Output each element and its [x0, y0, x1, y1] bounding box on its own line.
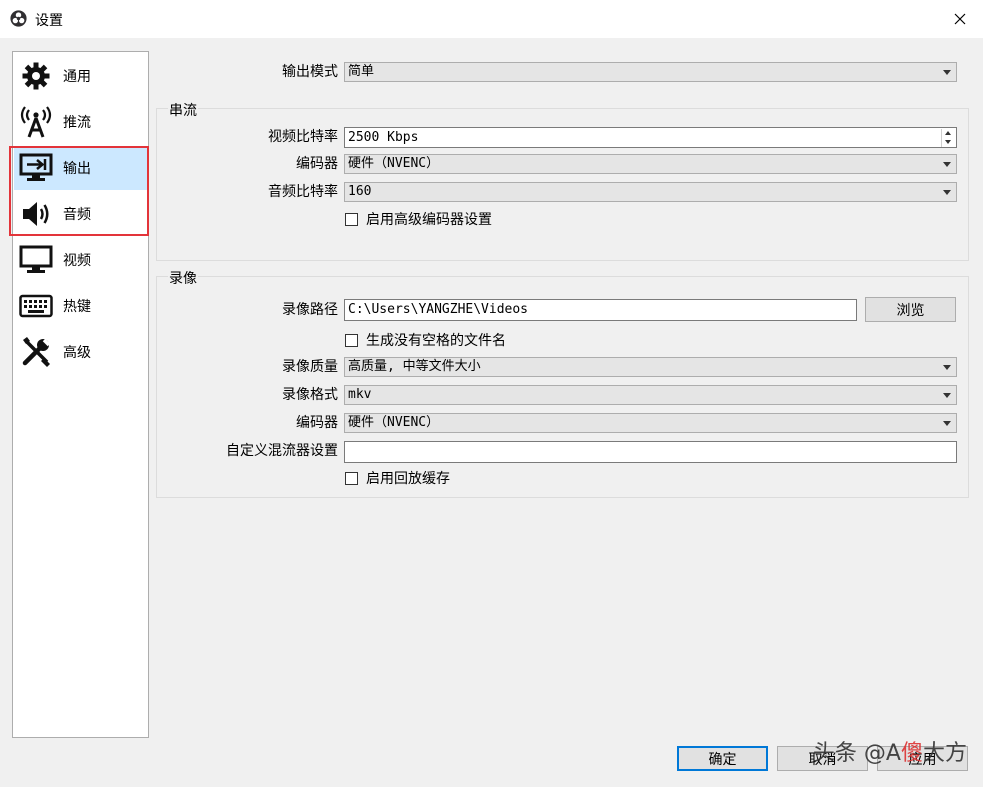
sidebar-item-general[interactable]: 通用: [14, 54, 147, 98]
sidebar-item-advanced[interactable]: 高级: [14, 330, 147, 374]
cancel-button[interactable]: 取消: [777, 746, 868, 771]
recording-quality-select[interactable]: 高质量, 中等文件大小: [344, 357, 957, 377]
advanced-encoder-checkbox[interactable]: [345, 212, 358, 226]
sidebar-item-label: 输出: [63, 161, 91, 177]
title-bar: 设置: [0, 0, 983, 38]
window-title: 设置: [35, 13, 63, 29]
sidebar-item-label: 音频: [63, 207, 91, 223]
stream-encoder-select[interactable]: 硬件（NVENC）: [344, 154, 957, 174]
stream-encoder-label: 编码器: [296, 156, 338, 172]
chevron-down-icon: [943, 162, 951, 167]
muxer-settings-input[interactable]: [344, 441, 957, 463]
antenna-icon: [19, 105, 53, 139]
audio-bitrate-label: 音频比特率: [268, 184, 338, 200]
spinner-arrows-icon[interactable]: [941, 129, 955, 147]
close-icon: [954, 13, 966, 25]
recording-path-label: 录像路径: [282, 302, 338, 318]
apply-button[interactable]: 应用: [877, 746, 968, 771]
gear-icon: [19, 59, 53, 93]
keyboard-icon: [19, 289, 53, 323]
recording-format-select[interactable]: mkv: [344, 385, 957, 405]
no-space-filename-checkbox[interactable]: [345, 333, 358, 347]
output-mode-select[interactable]: 简单: [344, 62, 957, 82]
advanced-encoder-checkbox-row[interactable]: 启用高级编码器设置: [345, 209, 492, 229]
ok-button[interactable]: 确定: [677, 746, 768, 771]
streaming-group-title: 串流: [168, 100, 198, 120]
chevron-down-icon: [943, 393, 951, 398]
recording-encoder-label: 编码器: [296, 415, 338, 431]
speaker-icon: [19, 197, 53, 231]
chevron-down-icon: [943, 190, 951, 195]
sidebar-item-video[interactable]: 视频: [14, 238, 147, 282]
audio-bitrate-select[interactable]: 160: [344, 182, 957, 202]
no-space-filename-label: 生成没有空格的文件名: [366, 333, 506, 349]
sidebar-item-label: 高级: [63, 345, 91, 361]
output-icon: [19, 151, 53, 185]
obs-logo-icon: [10, 10, 27, 27]
recording-format-label: 录像格式: [282, 387, 338, 403]
browse-button[interactable]: 浏览: [865, 297, 956, 322]
close-button[interactable]: [937, 0, 983, 38]
sidebar-item-hotkeys[interactable]: 热键: [14, 284, 147, 328]
chevron-down-icon: [943, 421, 951, 426]
recording-encoder-select[interactable]: 硬件（NVENC）: [344, 413, 957, 433]
video-bitrate-spinbox[interactable]: 2500 Kbps: [344, 127, 957, 148]
monitor-icon: [19, 243, 53, 277]
output-mode-label: 输出模式: [282, 64, 338, 80]
chevron-down-icon: [943, 365, 951, 370]
chevron-down-icon: [943, 70, 951, 75]
replay-buffer-checkbox-row[interactable]: 启用回放缓存: [345, 468, 450, 488]
advanced-encoder-label: 启用高级编码器设置: [366, 212, 492, 228]
recording-path-input[interactable]: C:\Users\YANGZHE\Videos: [344, 299, 857, 321]
replay-buffer-checkbox[interactable]: [345, 471, 358, 485]
video-bitrate-label: 视频比特率: [268, 129, 338, 145]
sidebar-item-stream[interactable]: 推流: [14, 100, 147, 144]
no-space-checkbox-row[interactable]: 生成没有空格的文件名: [345, 330, 506, 350]
replay-buffer-label: 启用回放缓存: [366, 471, 450, 487]
sidebar-item-label: 推流: [63, 115, 91, 131]
sidebar-item-label: 热键: [63, 299, 91, 315]
tools-icon: [19, 335, 53, 369]
sidebar-item-label: 通用: [63, 69, 91, 85]
sidebar-item-output[interactable]: 输出: [14, 146, 147, 190]
sidebar-item-audio[interactable]: 音频: [14, 192, 147, 236]
settings-sidebar: 通用 推流 输出 音频 视频 热键 高级: [12, 51, 149, 738]
recording-quality-label: 录像质量: [282, 359, 338, 375]
muxer-settings-label: 自定义混流器设置: [226, 443, 338, 459]
sidebar-item-label: 视频: [63, 253, 91, 269]
recording-group-title: 录像: [168, 268, 198, 288]
